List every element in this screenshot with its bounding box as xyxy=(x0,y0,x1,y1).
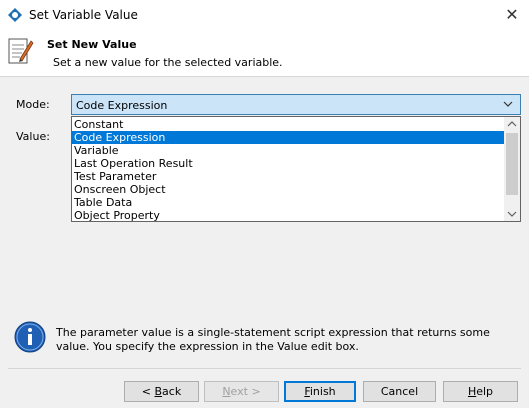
option-test-parameter[interactable]: Test Parameter xyxy=(72,170,505,183)
close-button[interactable]: ✕ xyxy=(500,3,524,27)
scroll-down-icon[interactable] xyxy=(504,207,520,221)
wizard-header: Set New Value Set a new value for the se… xyxy=(0,30,529,77)
app-icon xyxy=(8,8,22,22)
close-icon: ✕ xyxy=(505,5,519,24)
scroll-up-icon[interactable] xyxy=(504,117,520,131)
mode-selected-value: Code Expression xyxy=(76,99,168,112)
option-object-property[interactable]: Object Property xyxy=(72,209,505,221)
option-onscreen-object[interactable]: Onscreen Object xyxy=(72,183,505,196)
window-title: Set Variable Value xyxy=(29,8,138,22)
option-code-expression[interactable]: Code Expression xyxy=(72,131,505,144)
option-variable[interactable]: Variable xyxy=(72,144,505,157)
info-text: The parameter value is a single-statemen… xyxy=(56,326,490,353)
dropdown-scrollbar[interactable] xyxy=(504,117,520,221)
mode-label: Mode: xyxy=(16,98,50,111)
option-last-operation-result[interactable]: Last Operation Result xyxy=(72,157,505,170)
option-table-data[interactable]: Table Data xyxy=(72,196,505,209)
divider xyxy=(8,368,521,369)
edit-document-icon xyxy=(8,38,34,64)
mode-combobox[interactable]: Code Expression xyxy=(71,94,521,115)
scrollbar-thumb[interactable] xyxy=(506,133,518,195)
value-label: Value: xyxy=(16,130,50,143)
cancel-button[interactable]: Cancel xyxy=(363,381,436,402)
next-button[interactable]: Next > xyxy=(204,381,279,402)
mode-dropdown-list[interactable]: Constant Code Expression Variable Last O… xyxy=(71,116,521,222)
chevron-down-icon xyxy=(503,101,513,107)
back-button[interactable]: < Back xyxy=(124,381,199,402)
info-icon xyxy=(14,321,46,353)
title-bar: Set Variable Value ✕ xyxy=(0,0,529,30)
option-constant[interactable]: Constant xyxy=(72,118,505,131)
header-subtitle: Set a new value for the selected variabl… xyxy=(53,56,283,69)
help-button[interactable]: Help xyxy=(443,381,518,402)
header-title: Set New Value xyxy=(47,38,137,51)
finish-button[interactable]: Finish xyxy=(284,381,356,402)
